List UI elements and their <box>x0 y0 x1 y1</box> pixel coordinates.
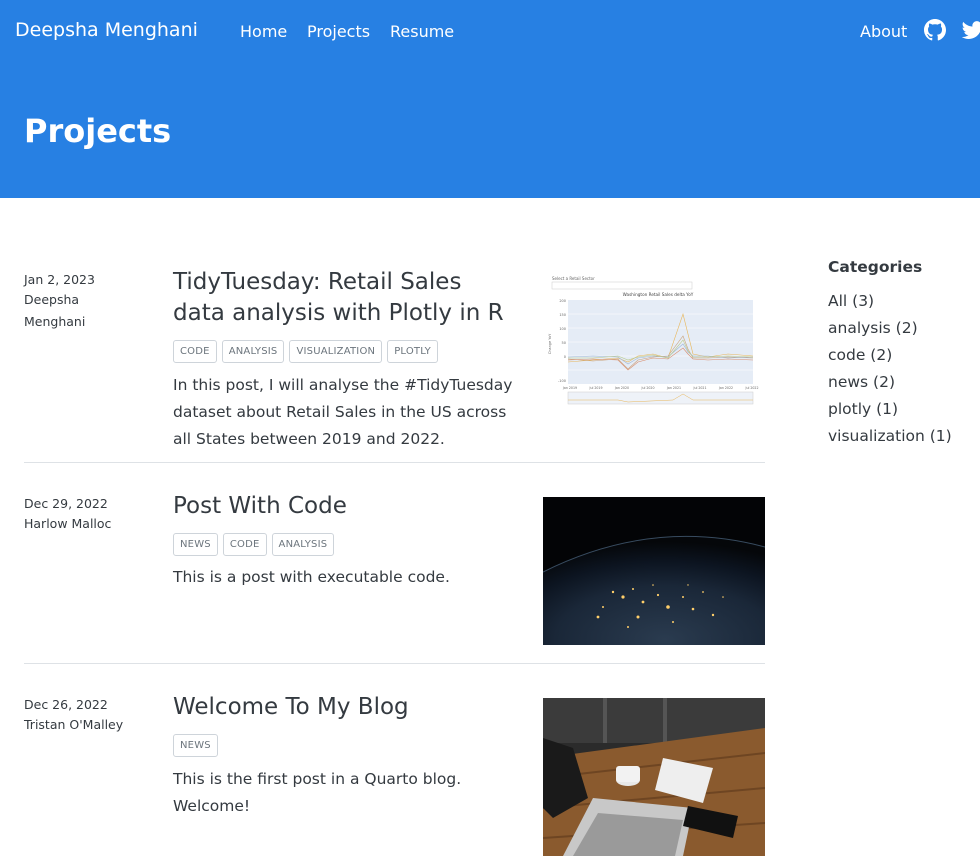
svg-text:200: 200 <box>559 299 566 303</box>
page-title: Projects <box>24 112 172 150</box>
post-listing-item[interactable]: Dec 29, 2022 Harlow Malloc Post With Cod… <box>24 491 765 654</box>
thumb-dropdown-label: Select a Retail Sector <box>552 276 595 281</box>
svg-text:Jul 2019: Jul 2019 <box>589 386 603 390</box>
tag-analysis[interactable]: ANALYSIS <box>221 340 285 363</box>
post-author: Tristan O'Malley <box>24 717 124 732</box>
tag-news[interactable]: NEWS <box>173 533 218 556</box>
post-thumbnail-desk[interactable] <box>543 698 765 856</box>
post-description: In this post, I will analyse the #TidyTu… <box>173 376 513 448</box>
svg-text:150: 150 <box>559 313 566 317</box>
nav-resume[interactable]: Resume <box>390 22 454 41</box>
post-tags: NEWS CODE ANALYSIS <box>173 533 335 556</box>
post-listing-item[interactable]: Dec 26, 2022 Tristan O'Malley Welcome To… <box>24 692 765 856</box>
category-code[interactable]: code (2) <box>828 342 978 369</box>
nav-projects[interactable]: Projects <box>307 22 370 41</box>
tag-visualization[interactable]: VISUALIZATION <box>289 340 383 363</box>
category-all[interactable]: All (3) <box>828 288 978 315</box>
top-navbar: Deepsha Menghani Home Projects Resume Ab… <box>0 0 980 64</box>
thumb-dropdown-box <box>551 281 693 290</box>
svg-text:Jan 2020: Jan 2020 <box>614 386 629 390</box>
category-analysis[interactable]: analysis (2) <box>828 315 978 342</box>
svg-text:0: 0 <box>564 355 566 359</box>
post-author: Harlow Malloc <box>24 516 112 531</box>
svg-text:Jan 2021: Jan 2021 <box>666 386 681 390</box>
categories-sidebar: Categories All (3) analysis (2) code (2)… <box>828 258 978 450</box>
post-title[interactable]: Welcome To My Blog <box>173 692 513 723</box>
svg-text:Jul 2022: Jul 2022 <box>745 386 759 390</box>
tag-news[interactable]: NEWS <box>173 734 218 757</box>
tag-analysis[interactable]: ANALYSIS <box>271 533 335 556</box>
tag-code[interactable]: CODE <box>222 533 267 556</box>
post-divider <box>24 462 765 463</box>
post-tags: NEWS <box>173 734 218 757</box>
post-thumbnail-chart[interactable]: Select a Retail Sector Washington Retail… <box>543 274 765 414</box>
twitter-icon[interactable] <box>961 19 980 43</box>
nav-home[interactable]: Home <box>240 22 287 41</box>
category-visualization[interactable]: visualization (1) <box>828 423 978 450</box>
post-date: Dec 26, 2022 <box>24 697 108 712</box>
svg-text:Jul 2021: Jul 2021 <box>693 386 707 390</box>
category-news[interactable]: news (2) <box>828 369 978 396</box>
title-banner: Projects <box>0 64 980 198</box>
post-author: Deepsha Menghani <box>24 292 86 329</box>
post-title[interactable]: Post With Code <box>173 491 513 522</box>
svg-text:Change YoY: Change YoY <box>548 333 552 354</box>
post-thumbnail-earth[interactable] <box>543 497 765 645</box>
post-divider <box>24 663 765 664</box>
tag-plotly[interactable]: PLOTLY <box>387 340 438 363</box>
svg-text:Jan 2019: Jan 2019 <box>562 386 577 390</box>
site-brand[interactable]: Deepsha Menghani <box>15 19 198 41</box>
tag-code[interactable]: CODE <box>173 340 217 363</box>
svg-text:-100: -100 <box>558 379 566 383</box>
category-plotly[interactable]: plotly (1) <box>828 396 978 423</box>
post-description: This is a post with executable code. <box>173 568 450 586</box>
post-listing-item[interactable]: Jan 2, 2023 Deepsha Menghani TidyTuesday… <box>24 267 765 460</box>
svg-text:Jul 2020: Jul 2020 <box>641 386 655 390</box>
thumb-range-slider <box>567 391 754 405</box>
svg-text:50: 50 <box>562 341 566 345</box>
nav-about[interactable]: About <box>860 22 907 41</box>
categories-heading: Categories <box>828 258 923 276</box>
post-description: This is the first post in a Quarto blog.… <box>173 770 462 815</box>
svg-text:100: 100 <box>559 327 566 331</box>
post-date: Dec 29, 2022 <box>24 496 108 511</box>
post-tags: CODE ANALYSIS VISUALIZATION PLOTLY <box>173 340 438 363</box>
post-title[interactable]: TidyTuesday: Retail Sales data analysis … <box>173 267 513 329</box>
post-date: Jan 2, 2023 <box>24 272 95 287</box>
svg-text:Jan 2022: Jan 2022 <box>718 386 733 390</box>
thumb-chart-title: Washington Retail Sales delta YoY <box>623 292 694 297</box>
github-icon[interactable] <box>924 19 948 43</box>
